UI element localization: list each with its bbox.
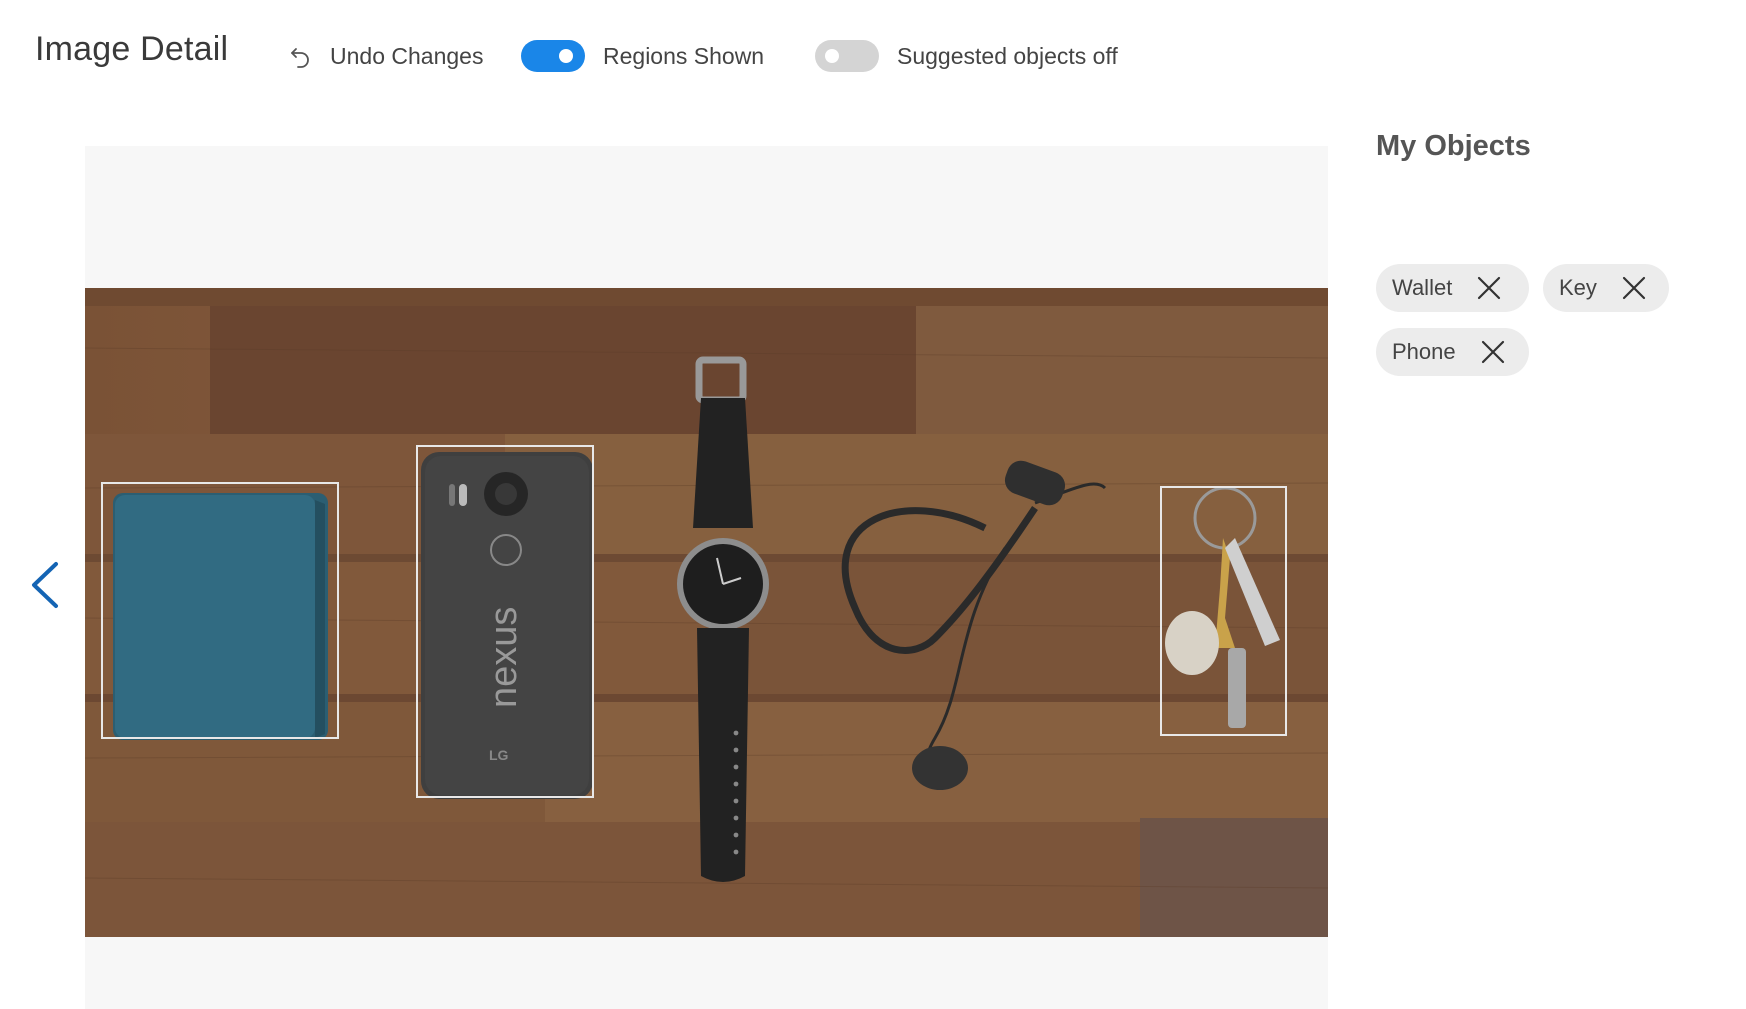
close-icon[interactable] bbox=[1621, 275, 1647, 301]
object-chip-label: Key bbox=[1559, 275, 1597, 300]
regions-shown-label: Regions Shown bbox=[603, 42, 765, 69]
object-chip-key[interactable]: Key bbox=[1543, 264, 1669, 312]
regions-toggle-switch[interactable] bbox=[521, 40, 585, 72]
regions-shown-toggle[interactable]: Regions Shown bbox=[521, 36, 764, 76]
toolbar: Image Detail Undo Changes Regions Shown … bbox=[0, 0, 1746, 110]
region-box-key[interactable] bbox=[1160, 486, 1287, 736]
toggle-knob bbox=[559, 49, 573, 63]
suggested-toggle-switch[interactable] bbox=[815, 40, 879, 72]
chevron-left-icon bbox=[24, 562, 68, 614]
region-box-phone[interactable] bbox=[416, 445, 594, 798]
close-icon[interactable] bbox=[1480, 339, 1506, 365]
object-chip-wallet[interactable]: Wallet bbox=[1376, 264, 1529, 312]
object-chip-label: Phone bbox=[1392, 339, 1456, 364]
object-chip-label: Wallet bbox=[1392, 275, 1453, 300]
my-objects-title: My Objects bbox=[1376, 130, 1531, 162]
suggested-objects-label: Suggested objects off bbox=[897, 42, 1118, 69]
close-icon[interactable] bbox=[1476, 275, 1502, 301]
region-box-wallet[interactable] bbox=[101, 482, 339, 739]
undo-changes-label: Undo Changes bbox=[330, 42, 484, 69]
page-title: Image Detail bbox=[35, 30, 229, 68]
toggle-knob bbox=[825, 49, 839, 63]
suggested-objects-toggle[interactable]: Suggested objects off bbox=[815, 36, 1118, 76]
undo-icon bbox=[288, 43, 314, 69]
object-chip-phone[interactable]: Phone bbox=[1376, 328, 1529, 376]
my-objects-panel: My Objects Wallet Key Phone bbox=[1376, 124, 1716, 376]
undo-changes-button[interactable]: Undo Changes bbox=[288, 38, 483, 74]
previous-image-button[interactable] bbox=[24, 560, 68, 610]
